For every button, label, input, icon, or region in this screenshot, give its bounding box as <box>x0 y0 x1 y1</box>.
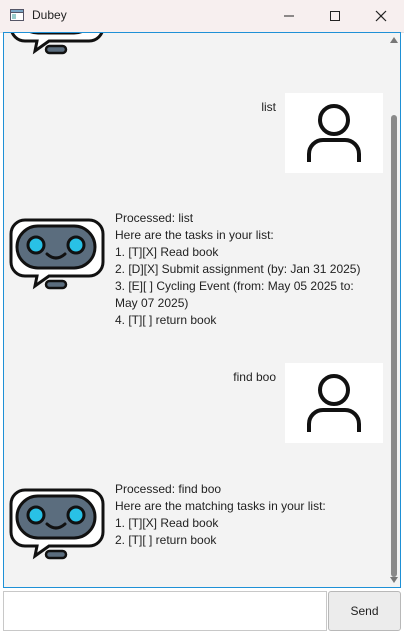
user-avatar-icon <box>307 104 361 162</box>
title-bar: Dubey <box>0 0 404 33</box>
user-message: find boo <box>233 370 276 384</box>
robot-avatar-icon <box>9 218 105 290</box>
user-avatar <box>285 93 383 173</box>
maximize-button[interactable] <box>312 0 358 32</box>
chat-scroll-area[interactable]: list Processed: list Here are the tasks … <box>3 32 401 588</box>
close-icon <box>375 10 387 22</box>
scroll-down-arrow-icon[interactable] <box>390 577 398 583</box>
message-input[interactable] <box>3 591 327 631</box>
minimize-icon <box>284 15 294 17</box>
scrollbar-thumb[interactable] <box>391 115 397 577</box>
maximize-icon <box>330 11 340 21</box>
robot-avatar-icon <box>9 488 105 560</box>
user-avatar-icon <box>307 374 361 432</box>
robot-avatar-icon <box>10 33 104 55</box>
scroll-up-arrow-icon[interactable] <box>390 37 398 43</box>
send-button[interactable]: Send <box>328 591 401 631</box>
app-window-icon <box>10 9 24 21</box>
user-avatar <box>285 363 383 443</box>
close-button[interactable] <box>358 0 404 32</box>
bot-message: Processed: list Here are the tasks in yo… <box>115 211 361 327</box>
minimize-button[interactable] <box>266 0 312 32</box>
window-title: Dubey <box>32 8 67 22</box>
user-message: list <box>261 100 276 114</box>
bot-message: Processed: find boo Here are the matchin… <box>115 482 326 547</box>
vertical-scrollbar[interactable] <box>388 33 400 587</box>
